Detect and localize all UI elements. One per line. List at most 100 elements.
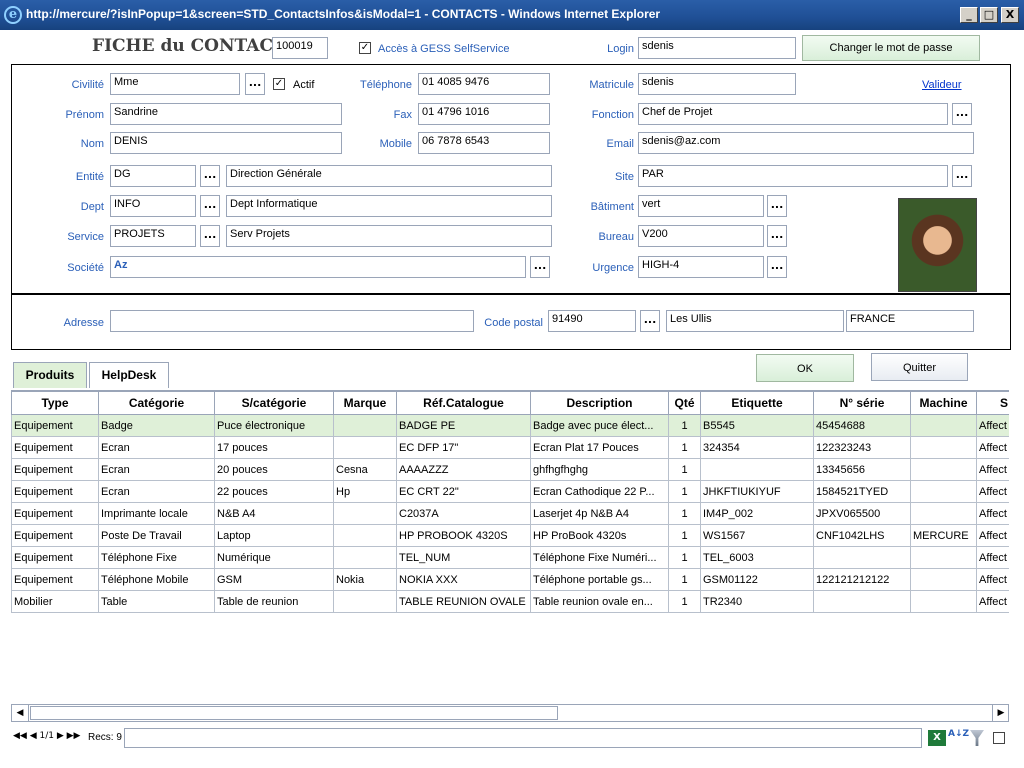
- dept-name-field[interactable]: Dept Informatique: [226, 195, 552, 217]
- empty-cell: [12, 613, 99, 635]
- empty-cell: [669, 613, 701, 635]
- scrollbar-thumb[interactable]: [30, 706, 558, 720]
- pager-filter-field[interactable]: [124, 728, 922, 748]
- code-postal-field[interactable]: 91490: [548, 310, 636, 332]
- empty-cell: [397, 655, 531, 676]
- scroll-left-button[interactable]: ◀: [12, 705, 29, 721]
- civilite-field[interactable]: Mme: [110, 73, 240, 95]
- column-header-etiquette[interactable]: Etiquette: [700, 391, 814, 415]
- prenom-field[interactable]: Sandrine: [110, 103, 342, 125]
- actif-checkbox[interactable]: ✓: [273, 78, 285, 90]
- bureau-field[interactable]: V200: [638, 225, 764, 247]
- site-field[interactable]: PAR: [638, 165, 948, 187]
- table-row[interactable]: Equipement Ecran 17 pouces EC DFP 17" Ecran …: [11, 436, 1009, 459]
- service-name-field[interactable]: Serv Projets: [226, 225, 552, 247]
- pays-field[interactable]: FRANCE: [846, 310, 974, 332]
- change-password-button[interactable]: Changer le mot de passe: [802, 35, 980, 61]
- table-row[interactable]: Equipement Ecran 20 pouces Cesna AAAAZZZ ghfh…: [11, 458, 1009, 481]
- email-field[interactable]: sdenis@az.com: [638, 132, 974, 154]
- column-header-serie[interactable]: N° série: [813, 391, 911, 415]
- fonction-picker-button[interactable]: ...: [952, 103, 972, 125]
- column-header-s[interactable]: S: [976, 391, 1009, 415]
- urgence-field[interactable]: HIGH-4: [638, 256, 764, 278]
- site-picker-button[interactable]: ...: [952, 165, 972, 187]
- horizontal-scrollbar[interactable]: ◀ ▶: [11, 704, 1009, 722]
- login-field[interactable]: sdenis: [638, 37, 796, 59]
- entite-picker-button[interactable]: ...: [200, 165, 220, 187]
- ok-button[interactable]: OK: [756, 354, 854, 382]
- table-row[interactable]: Equipement Téléphone Mobile GSM Nokia NOKIA …: [11, 568, 1009, 591]
- minimize-button[interactable]: _: [960, 7, 978, 23]
- column-header-categorie[interactable]: Catégorie: [98, 391, 215, 415]
- cell-machine: [910, 590, 977, 613]
- urgence-label: Urgence: [592, 262, 634, 274]
- nom-field[interactable]: DENIS: [110, 132, 342, 154]
- tab-produits[interactable]: Produits: [13, 362, 87, 388]
- quitter-button[interactable]: Quitter: [871, 353, 968, 381]
- table-row[interactable]: Equipement Ecran 22 pouces Hp EC CRT 22" Ecra…: [11, 480, 1009, 503]
- column-header-ref-catalogue[interactable]: Réf.Catalogue: [396, 391, 531, 415]
- cell-type: Mobilier: [11, 590, 99, 613]
- table-row[interactable]: Equipement Badge Puce électronique BADGE PE…: [11, 414, 1009, 437]
- fonction-field[interactable]: Chef de Projet: [638, 103, 948, 125]
- ville-field[interactable]: Les Ullis: [666, 310, 844, 332]
- contact-id-field[interactable]: 100019: [272, 37, 328, 59]
- telephone-field[interactable]: 01 4085 9476: [418, 73, 550, 95]
- cell-scategorie: GSM: [214, 568, 334, 591]
- cell-categorie: Ecran: [98, 436, 215, 459]
- dept-picker-button[interactable]: ...: [200, 195, 220, 217]
- column-header-marque[interactable]: Marque: [333, 391, 397, 415]
- societe-field[interactable]: Az: [110, 256, 526, 278]
- matricule-field[interactable]: sdenis: [638, 73, 796, 95]
- bureau-picker-button[interactable]: ...: [767, 225, 787, 247]
- mobile-field[interactable]: 06 7878 6543: [418, 132, 550, 154]
- empty-cell: [334, 634, 397, 655]
- cell-scategorie: 17 pouces: [214, 436, 334, 459]
- table-row[interactable]: Mobilier Table Table de reunion TABLE REUNI…: [11, 590, 1009, 613]
- code-postal-picker-button[interactable]: ...: [640, 310, 660, 332]
- entite-name-field[interactable]: Direction Générale: [226, 165, 552, 187]
- close-button[interactable]: X: [1001, 7, 1019, 23]
- table-row[interactable]: Equipement Imprimante locale N&B A4 C2037A L…: [11, 502, 1009, 525]
- cell-etiquette: 324354: [700, 436, 814, 459]
- empty-cell: [814, 676, 911, 697]
- excel-export-icon[interactable]: X: [928, 730, 946, 746]
- cell-type: Equipement: [11, 502, 99, 525]
- column-header-type[interactable]: Type: [11, 391, 99, 415]
- cell-etiquette: WS1567: [700, 524, 814, 547]
- table-row[interactable]: Equipement Téléphone Fixe Numérique TEL_NUM…: [11, 546, 1009, 569]
- dept-code-field[interactable]: INFO: [110, 195, 196, 217]
- empty-cell: [977, 634, 1010, 655]
- cell-type: Equipement: [11, 458, 99, 481]
- entite-code-field[interactable]: DG: [110, 165, 196, 187]
- cell-serie: 122323243: [813, 436, 911, 459]
- cell-ref-catalogue: HP PROBOOK 4320S: [396, 524, 531, 547]
- filter-icon[interactable]: [970, 730, 984, 746]
- cell-type: Equipement: [11, 524, 99, 547]
- societe-picker-button[interactable]: ...: [530, 256, 550, 278]
- column-header-machine[interactable]: Machine: [910, 391, 977, 415]
- column-header-qte[interactable]: Qté: [668, 391, 701, 415]
- cell-machine: [910, 414, 977, 437]
- table-row[interactable]: Equipement Poste De Travail Laptop HP PROBO…: [11, 524, 1009, 547]
- valideur-link[interactable]: Valideur: [922, 79, 962, 91]
- batiment-field[interactable]: vert: [638, 195, 764, 217]
- pager-checkbox[interactable]: [993, 732, 1005, 744]
- column-header-scategorie[interactable]: S/catégorie: [214, 391, 334, 415]
- service-picker-button[interactable]: ...: [200, 225, 220, 247]
- ie-logo-icon: e: [4, 6, 22, 24]
- gess-checkbox[interactable]: ✓: [359, 42, 371, 54]
- pager-navigation[interactable]: ◀◀ ◀ 1/1 ▶ ▶▶: [13, 731, 80, 741]
- sort-icon[interactable]: A↓Z: [948, 729, 969, 739]
- maximize-button[interactable]: □: [980, 7, 998, 23]
- empty-cell: [977, 676, 1010, 697]
- scroll-right-button[interactable]: ▶: [992, 705, 1009, 721]
- civilite-picker-button[interactable]: ...: [245, 73, 265, 95]
- service-code-field[interactable]: PROJETS: [110, 225, 196, 247]
- tab-helpdesk[interactable]: HelpDesk: [89, 362, 169, 388]
- adresse-field[interactable]: [110, 310, 474, 332]
- fax-field[interactable]: 01 4796 1016: [418, 103, 550, 125]
- batiment-picker-button[interactable]: ...: [767, 195, 787, 217]
- column-header-description[interactable]: Description: [530, 391, 669, 415]
- urgence-picker-button[interactable]: ...: [767, 256, 787, 278]
